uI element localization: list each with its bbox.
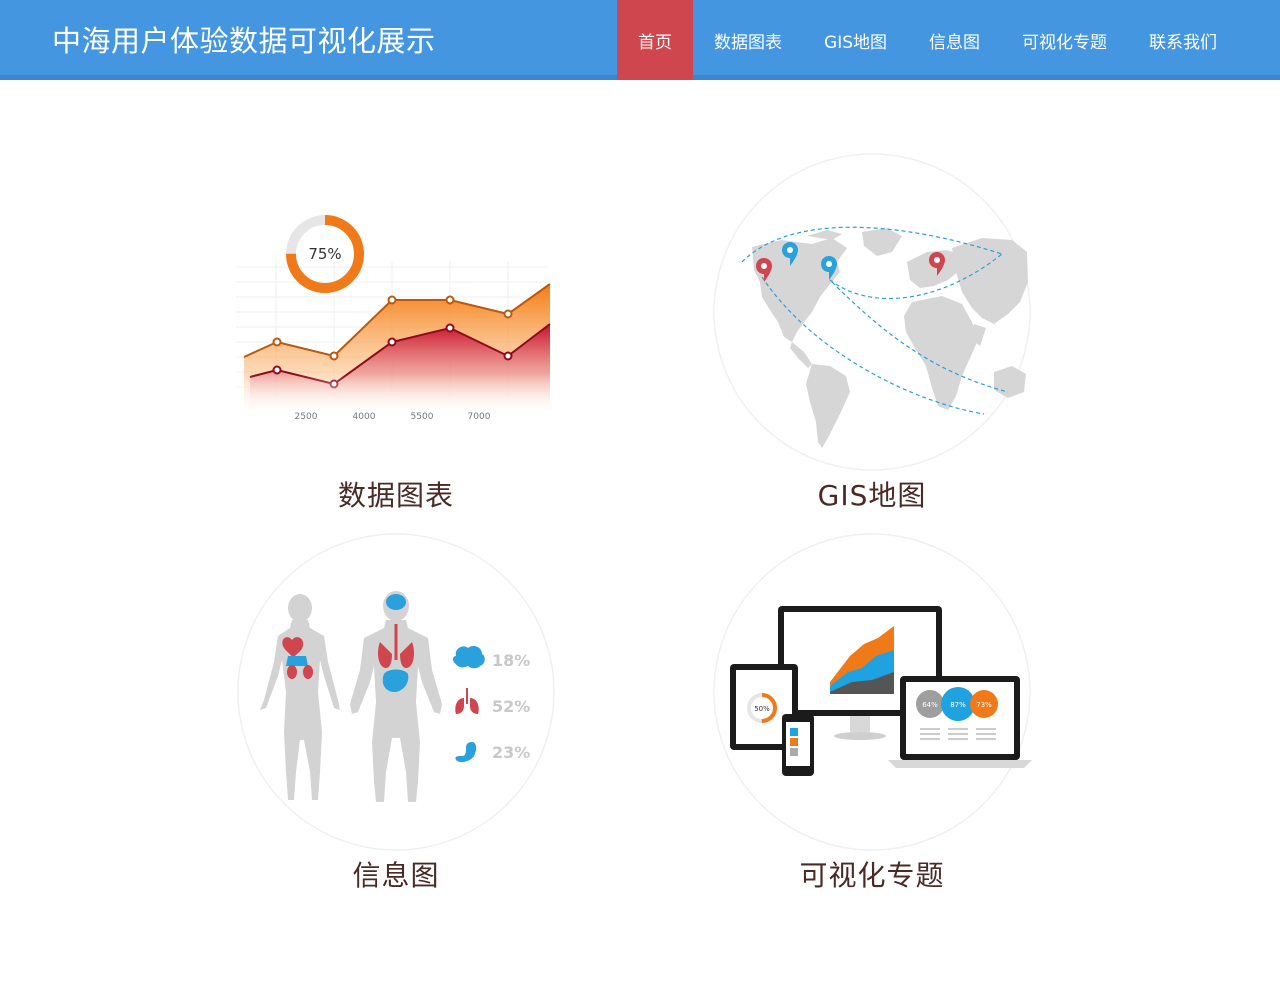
laptop-icon: 64% 87% 73% [888,676,1032,768]
nav-item-topics[interactable]: 可视化专题 [1001,0,1128,80]
stat-brain-value: 18% [492,651,530,670]
chart-illustration: 75% 2500 4000 5500 7000 [236,152,556,472]
x-tick-label: 4000 [353,412,376,422]
card-label-topics: 可视化专题 [799,859,945,892]
stat-stomach-value: 23% [492,743,530,762]
world-map-illustration [712,152,1032,472]
bubble-value: 87% [950,701,966,709]
nav-item-charts[interactable]: 数据图表 [693,0,803,80]
bubble-value: 73% [976,701,992,709]
tablet-percent: 50% [754,705,770,713]
nav-item-infographic[interactable]: 信息图 [908,0,1001,80]
bubble-value: 64% [922,701,938,709]
card-label-gis: GIS地图 [817,479,927,512]
site-title: 中海用户体验数据可视化展示 [52,24,436,58]
donut-percent: 75% [308,245,341,263]
phone-icon [782,714,814,776]
stat-lungs-value: 52% [492,697,530,716]
card-data-charts[interactable]: 75% 2500 4000 5500 7000 数据图表 [236,152,556,514]
card-infographic[interactable]: 18% 52% 23% 信息图 [236,532,556,894]
card-label-infographic: 信息图 [352,859,440,892]
top-header: 中海用户体验数据可视化展示 首页 数据图表 GIS地图 信息图 可视化专题 联系… [0,0,1280,80]
nav-item-home[interactable]: 首页 [617,0,694,80]
x-tick-label: 7000 [468,412,491,422]
nav-item-contact[interactable]: 联系我们 [1128,0,1238,80]
main-nav: 首页 数据图表 GIS地图 信息图 可视化专题 联系我们 [617,0,1238,80]
brain-icon [453,646,485,669]
devices-illustration: 50% 64% 87% 73% [712,532,1032,852]
card-gis-map[interactable]: GIS地图 [712,152,1032,514]
nav-item-gis[interactable]: GIS地图 [803,0,908,80]
card-visualization-topics[interactable]: 50% 64% 87% 73% 可视化专题 [712,532,1032,894]
card-label-charts: 数据图表 [337,479,454,512]
x-tick-label: 5500 [411,412,434,422]
body-infographic-illustration: 18% 52% 23% [236,532,556,852]
x-tick-label: 2500 [295,412,318,422]
